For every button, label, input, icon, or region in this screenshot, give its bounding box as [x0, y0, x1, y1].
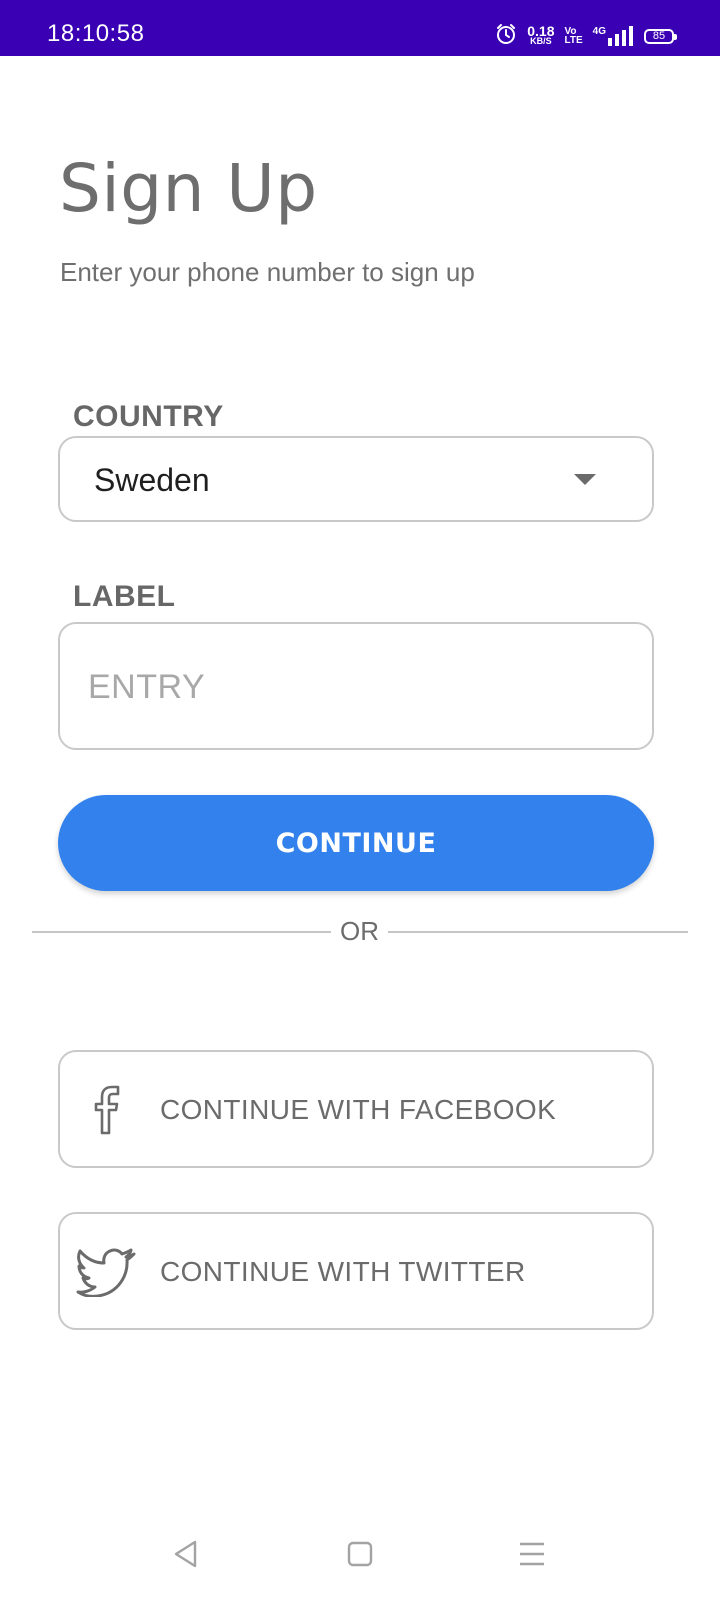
- divider-left: [32, 931, 331, 933]
- twitter-icon: [76, 1242, 138, 1302]
- country-value: Sweden: [94, 462, 210, 498]
- entry-field[interactable]: [58, 622, 654, 750]
- facebook-icon: [76, 1080, 138, 1140]
- country-label: COUNTRY: [73, 400, 224, 433]
- twitter-button-label: CONTINUE WITH TWITTER: [160, 1256, 526, 1287]
- page-subtitle: Enter your phone number to sign up: [60, 257, 475, 287]
- divider-right: [388, 931, 688, 933]
- entry-label: LABEL: [73, 580, 176, 613]
- continue-with-facebook-button[interactable]: CONTINUE WITH FACEBOOK: [58, 1050, 654, 1168]
- status-time: 18:10:58: [47, 20, 145, 47]
- chevron-down-icon: [574, 474, 596, 485]
- network-type: 4G: [592, 26, 606, 37]
- home-icon[interactable]: [338, 1532, 382, 1576]
- menu-icon[interactable]: [510, 1532, 554, 1576]
- navigation-bar: [0, 1520, 720, 1590]
- signal-icon: 4G: [593, 26, 634, 46]
- continue-button[interactable]: CONTINUE: [58, 795, 654, 891]
- entry-input[interactable]: [86, 624, 630, 750]
- continue-with-twitter-button[interactable]: CONTINUE WITH TWITTER: [58, 1212, 654, 1330]
- divider-or: OR: [340, 916, 379, 946]
- status-bar: 18:10:58 0.18 KB/S Vo LTE 4G 85: [0, 0, 720, 56]
- net-speed-unit: KB/S: [530, 36, 552, 46]
- battery-icon: 85: [644, 28, 677, 44]
- net-speed: 0.18 KB/S: [527, 23, 555, 46]
- page-title: Sign Up: [59, 150, 318, 227]
- back-icon[interactable]: [164, 1532, 208, 1576]
- volte-indicator: Vo LTE: [564, 27, 583, 46]
- facebook-button-label: CONTINUE WITH FACEBOOK: [160, 1094, 557, 1125]
- alarm-icon: [495, 23, 517, 50]
- volte-bottom: LTE: [564, 35, 583, 46]
- net-speed-value: 0.18: [527, 23, 555, 39]
- status-icons: 0.18 KB/S Vo LTE 4G 85: [495, 21, 677, 51]
- country-dropdown[interactable]: Sweden: [58, 436, 654, 522]
